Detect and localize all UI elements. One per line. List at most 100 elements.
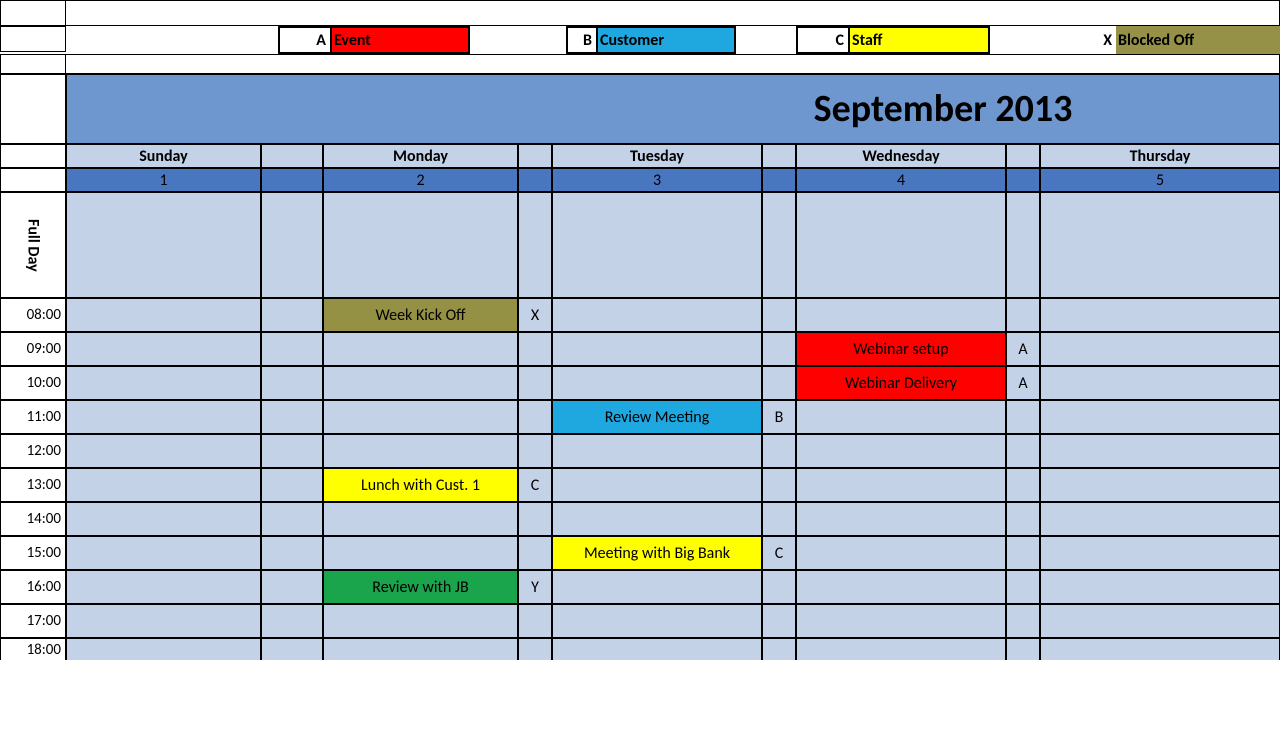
slot-thu-1400[interactable] xyxy=(1040,502,1280,536)
slot-thu-0900[interactable] xyxy=(1040,332,1280,366)
day-tue-num[interactable]: 3 xyxy=(552,168,762,192)
blank-cell[interactable] xyxy=(66,54,1280,74)
time-1500[interactable]: 15:00 xyxy=(0,536,66,570)
gap-cell[interactable] xyxy=(261,638,323,660)
code-cell[interactable] xyxy=(762,366,796,400)
gap-cell[interactable] xyxy=(261,570,323,604)
code-mon-1300[interactable]: C xyxy=(518,468,552,502)
code-cell[interactable] xyxy=(518,192,552,298)
code-cell[interactable] xyxy=(762,168,796,192)
time-1800[interactable]: 18:00 xyxy=(0,638,66,660)
fullday-sun[interactable] xyxy=(66,192,261,298)
day-thu-name[interactable]: Thursday xyxy=(1040,144,1280,168)
slot-wed-1500[interactable] xyxy=(796,536,1006,570)
slot-wed-1600[interactable] xyxy=(796,570,1006,604)
code-cell[interactable] xyxy=(518,502,552,536)
code-mon-1600[interactable]: Y xyxy=(518,570,552,604)
code-cell[interactable] xyxy=(762,468,796,502)
event-wed-1000[interactable]: Webinar Delivery xyxy=(796,366,1006,400)
stub-cell[interactable] xyxy=(0,0,66,26)
month-title[interactable]: September 2013 xyxy=(66,74,1280,144)
code-cell[interactable] xyxy=(1006,638,1040,660)
slot-wed-0800[interactable] xyxy=(796,298,1006,332)
code-cell[interactable] xyxy=(1006,298,1040,332)
slot-thu-1000[interactable] xyxy=(1040,366,1280,400)
code-mon-0800[interactable]: X xyxy=(518,298,552,332)
code-cell[interactable] xyxy=(762,298,796,332)
fullday-thu[interactable] xyxy=(1040,192,1280,298)
legend-key-b[interactable]: B xyxy=(566,26,596,54)
code-cell[interactable] xyxy=(1006,144,1040,168)
event-tue-1100[interactable]: Review Meeting xyxy=(552,400,762,434)
code-cell[interactable] xyxy=(762,638,796,660)
day-tue-name[interactable]: Tuesday xyxy=(552,144,762,168)
code-cell[interactable] xyxy=(762,192,796,298)
day-mon-name[interactable]: Monday xyxy=(323,144,518,168)
slot-thu-1200[interactable] xyxy=(1040,434,1280,468)
day-sun-name[interactable]: Sunday xyxy=(66,144,261,168)
code-cell[interactable] xyxy=(518,638,552,660)
code-cell[interactable] xyxy=(762,502,796,536)
slot-tue-1700[interactable] xyxy=(552,604,762,638)
gap-cell[interactable] xyxy=(261,192,323,298)
day-sun-num[interactable]: 1 xyxy=(66,168,261,192)
gap-cell[interactable] xyxy=(261,536,323,570)
slot-sun-1800[interactable] xyxy=(66,638,261,660)
code-cell[interactable] xyxy=(1006,192,1040,298)
slot-sun-0900[interactable] xyxy=(66,332,261,366)
slot-sun-1700[interactable] xyxy=(66,604,261,638)
slot-mon-1200[interactable] xyxy=(323,434,518,468)
code-cell[interactable] xyxy=(762,604,796,638)
code-cell[interactable] xyxy=(1006,168,1040,192)
gap-cell[interactable] xyxy=(261,298,323,332)
gap-cell[interactable] xyxy=(261,366,323,400)
gap-cell[interactable] xyxy=(261,144,323,168)
code-cell[interactable] xyxy=(1006,570,1040,604)
time-1700[interactable]: 17:00 xyxy=(0,604,66,638)
code-cell[interactable] xyxy=(1006,604,1040,638)
event-mon-1600[interactable]: Review with JB xyxy=(323,570,518,604)
slot-tue-1800[interactable] xyxy=(552,638,762,660)
code-cell[interactable] xyxy=(518,536,552,570)
slot-sun-1000[interactable] xyxy=(66,366,261,400)
code-cell[interactable] xyxy=(1006,468,1040,502)
gap-cell[interactable] xyxy=(261,434,323,468)
legend-swatch-blocked[interactable]: Blocked Off xyxy=(1116,26,1280,54)
slot-thu-1700[interactable] xyxy=(1040,604,1280,638)
blank-cell[interactable] xyxy=(66,0,1280,26)
code-wed-1000[interactable]: A xyxy=(1006,366,1040,400)
fullday-label[interactable]: Full Day xyxy=(0,192,66,298)
code-cell[interactable] xyxy=(762,434,796,468)
day-wed-name[interactable]: Wednesday xyxy=(796,144,1006,168)
slot-tue-1000[interactable] xyxy=(552,366,762,400)
gap-cell[interactable] xyxy=(261,502,323,536)
code-cell[interactable] xyxy=(518,604,552,638)
gap-cell[interactable] xyxy=(261,604,323,638)
slot-mon-1700[interactable] xyxy=(323,604,518,638)
code-cell[interactable] xyxy=(1006,536,1040,570)
code-tue-1500[interactable]: C xyxy=(762,536,796,570)
slot-sun-1100[interactable] xyxy=(66,400,261,434)
code-wed-0900[interactable]: A xyxy=(1006,332,1040,366)
day-wed-num[interactable]: 4 xyxy=(796,168,1006,192)
fullday-mon[interactable] xyxy=(323,192,518,298)
event-mon-1300[interactable]: Lunch with Cust. 1 xyxy=(323,468,518,502)
event-wed-0900[interactable]: Webinar setup xyxy=(796,332,1006,366)
slot-mon-1500[interactable] xyxy=(323,536,518,570)
code-cell[interactable] xyxy=(762,570,796,604)
code-cell[interactable] xyxy=(518,400,552,434)
stub-cell[interactable] xyxy=(0,54,66,74)
slot-mon-1800[interactable] xyxy=(323,638,518,660)
gap-cell[interactable] xyxy=(261,468,323,502)
slot-sun-1400[interactable] xyxy=(66,502,261,536)
stub-cell[interactable] xyxy=(0,168,66,192)
time-1600[interactable]: 16:00 xyxy=(0,570,66,604)
slot-mon-1100[interactable] xyxy=(323,400,518,434)
time-0800[interactable]: 08:00 xyxy=(0,298,66,332)
gap-cell[interactable] xyxy=(261,168,323,192)
slot-thu-1300[interactable] xyxy=(1040,468,1280,502)
slot-wed-1300[interactable] xyxy=(796,468,1006,502)
code-cell[interactable] xyxy=(1006,502,1040,536)
code-cell[interactable] xyxy=(762,332,796,366)
slot-wed-1400[interactable] xyxy=(796,502,1006,536)
